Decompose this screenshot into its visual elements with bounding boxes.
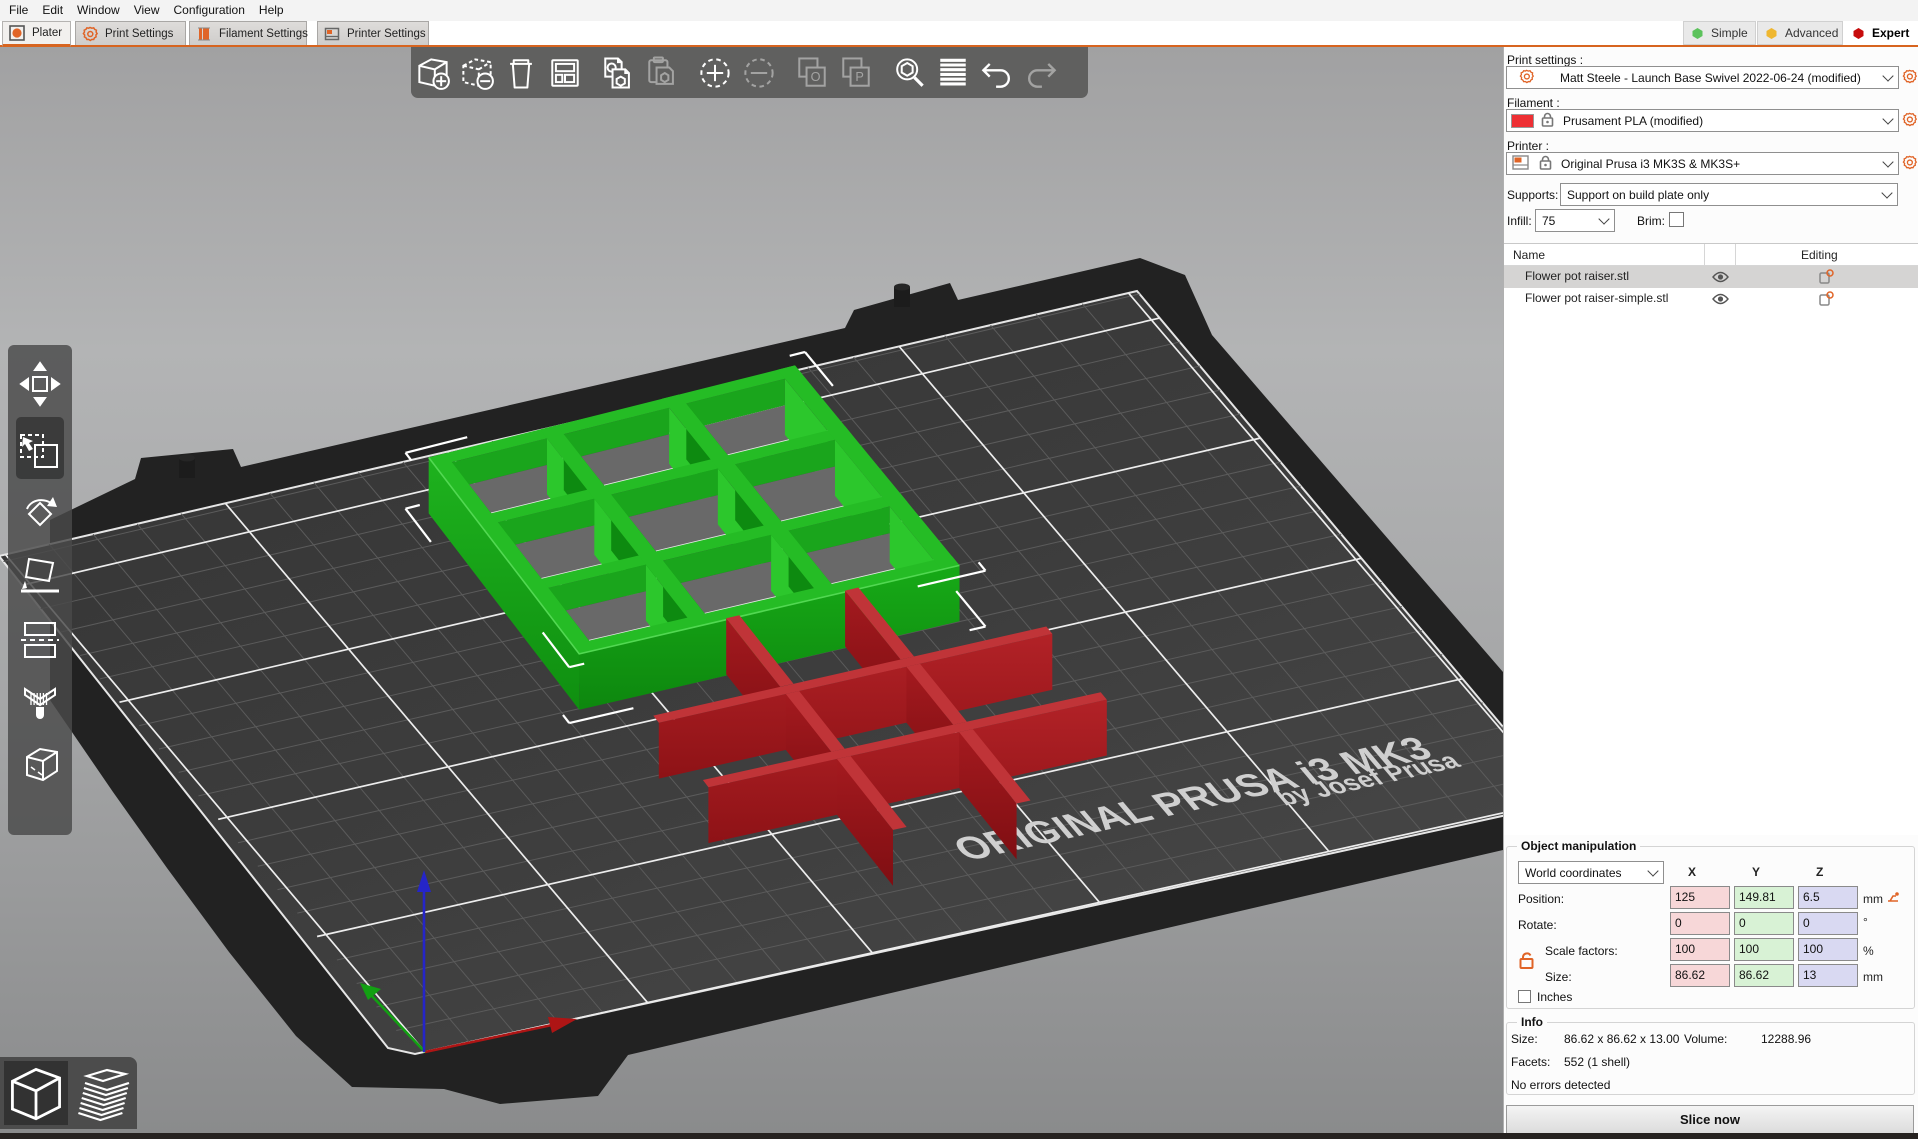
svg-text:O: O — [811, 69, 821, 84]
svg-text:P: P — [855, 69, 863, 84]
